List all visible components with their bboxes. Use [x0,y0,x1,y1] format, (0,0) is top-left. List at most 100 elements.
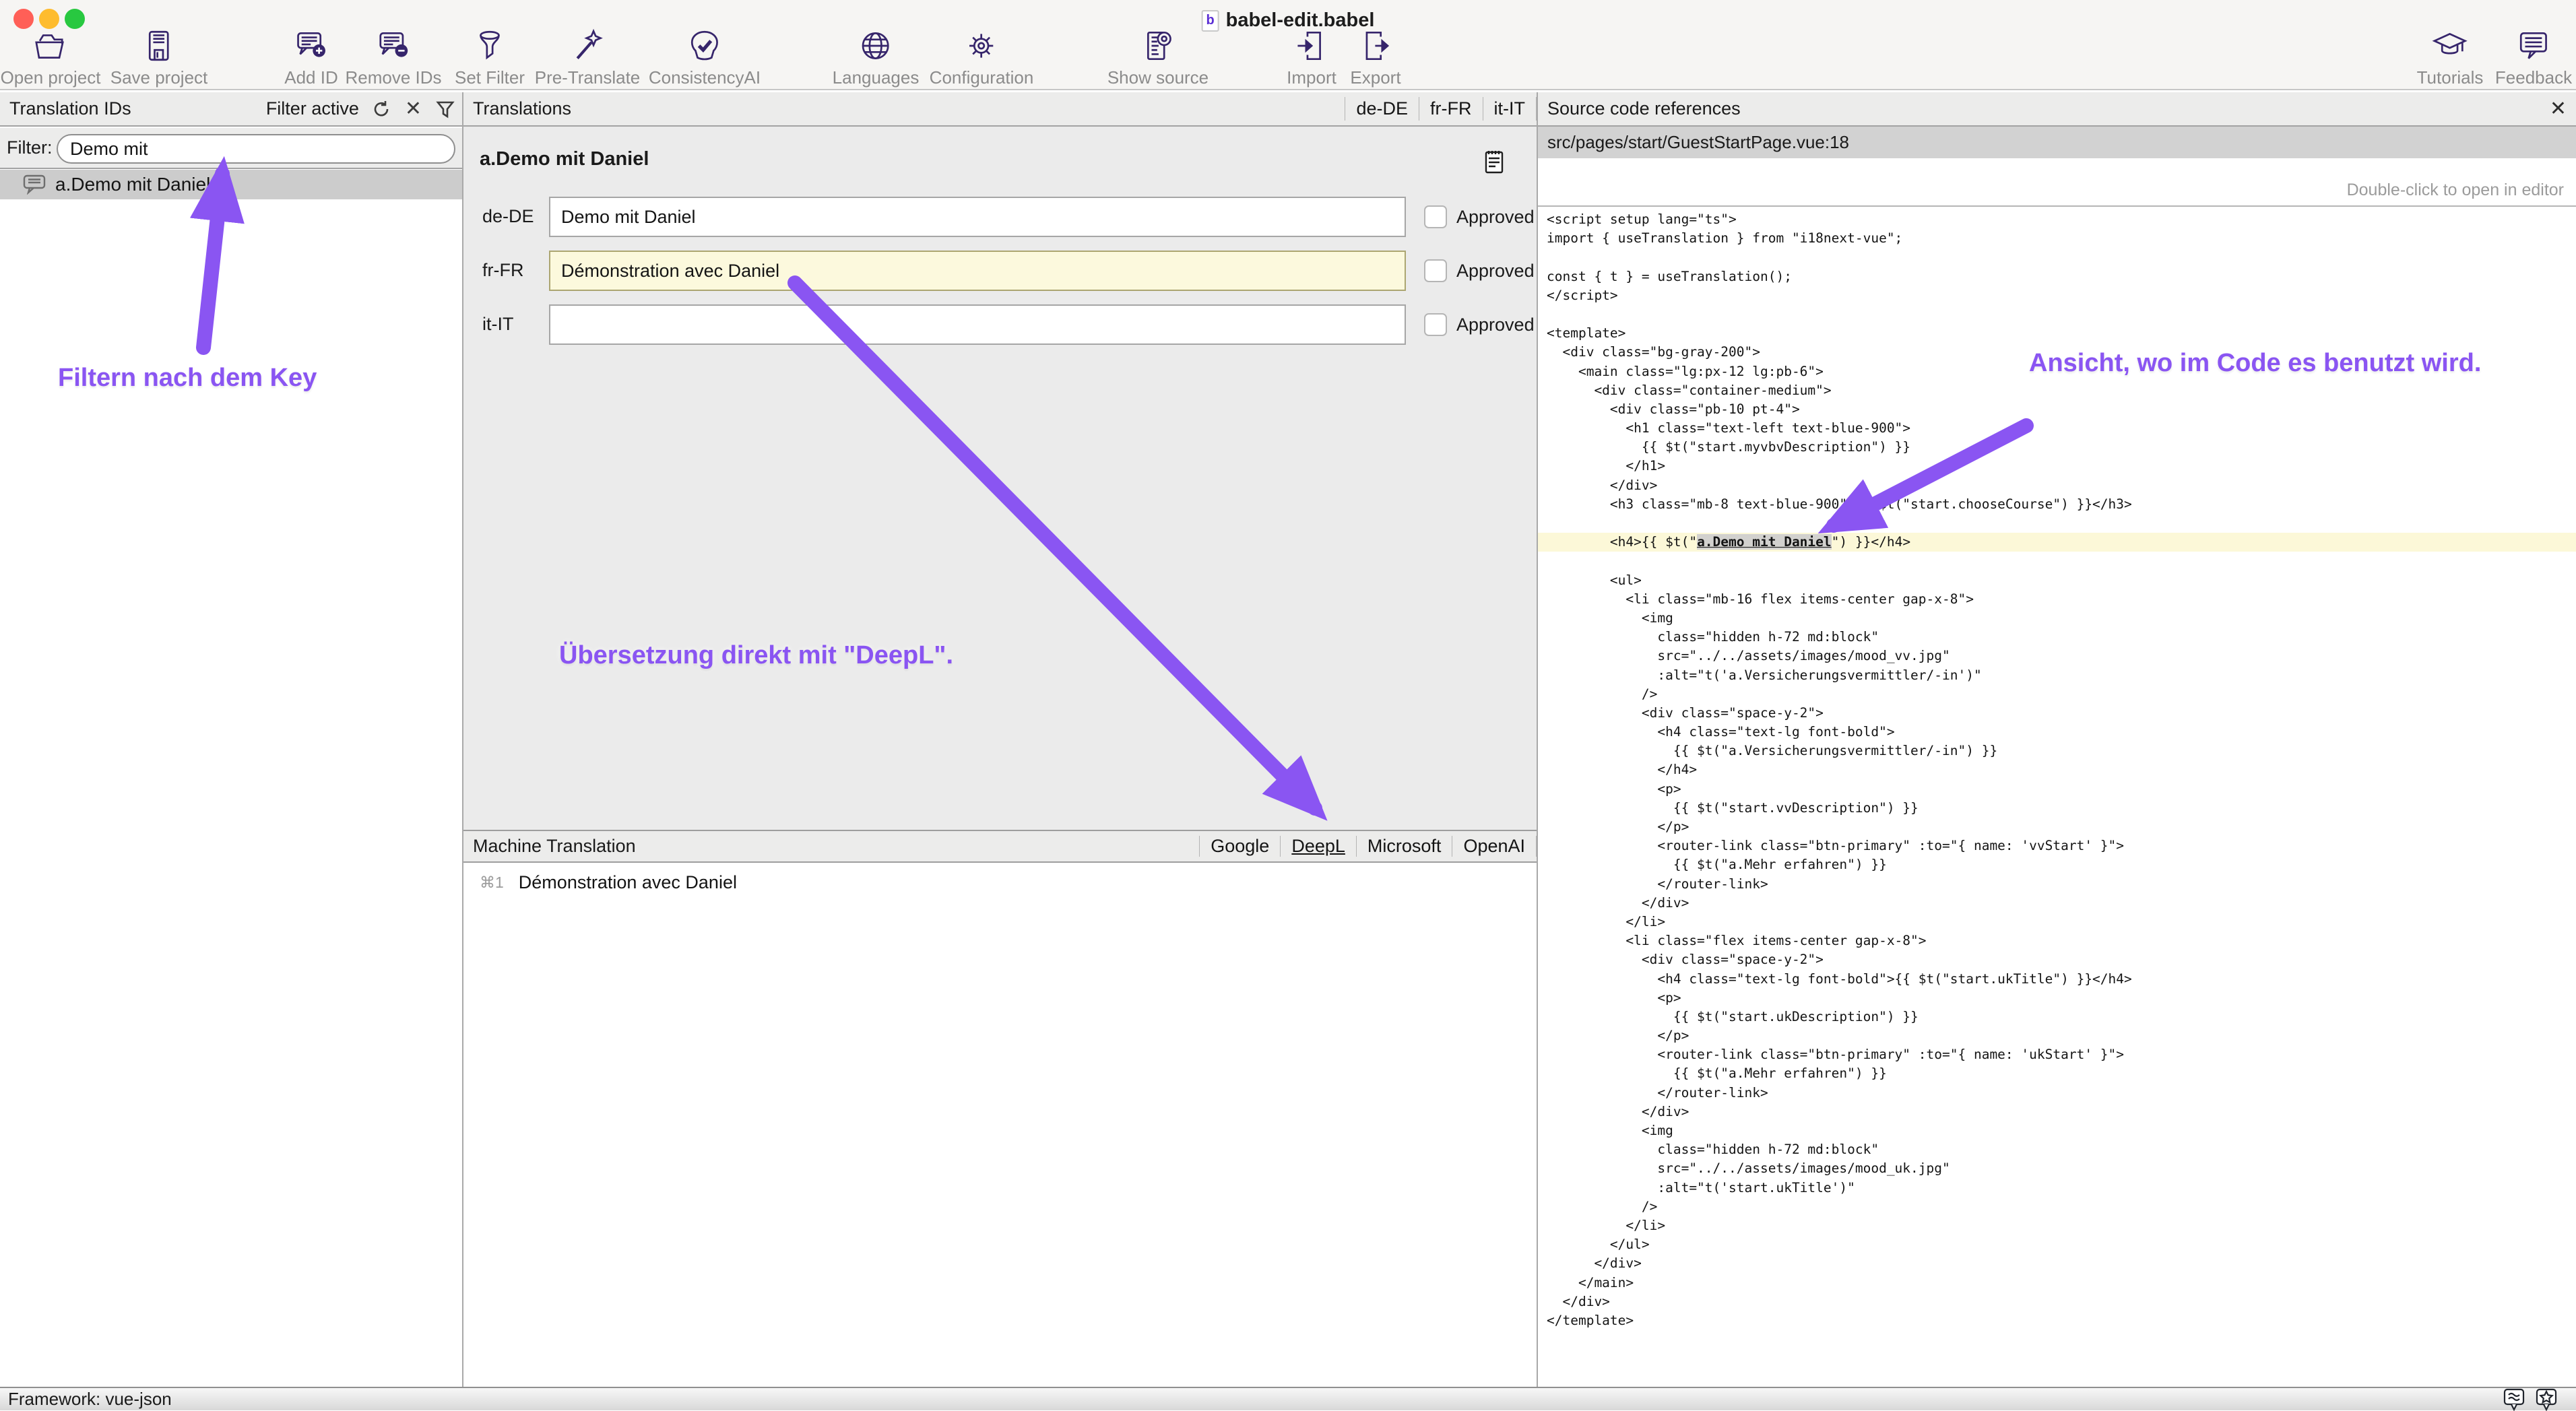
source-references-header: Source code references ✕ [1538,92,2576,127]
code-line: </script> [1538,286,2576,305]
tutorials-button[interactable]: Tutorials [2417,27,2484,88]
mt-suggestion-text: Démonstration avec Daniel [519,872,737,893]
feedback-button[interactable]: Feedback [2495,27,2572,88]
provider-tab-microsoft[interactable]: Microsoft [1356,836,1452,857]
code-line: const { t } = useTranslation(); [1538,267,2576,286]
source-code-view[interactable]: <script setup lang="ts">import { useTran… [1538,210,2576,1387]
globe-icon [857,27,895,65]
code-line: <main class="lg:px-12 lg:pb-6"> [1538,362,2576,381]
translation-input-it[interactable] [549,304,1406,345]
import-icon [1293,27,1330,65]
code-line: <img [1538,1121,2576,1140]
translation-input-de[interactable] [549,197,1406,237]
magic-wand-icon [569,27,606,65]
code-line: {{ $t("start.myvbvDescription") }} [1538,438,2576,457]
status-bubble-tilde-icon[interactable] [2503,1388,2525,1411]
code-line: {{ $t("a.Mehr erfahren") }} [1538,855,2576,874]
code-line: <div class="bg-gray-200"> [1538,343,2576,362]
provider-tab-google[interactable]: Google [1199,836,1280,857]
bubble-plus-icon [292,27,330,65]
close-button[interactable] [13,9,34,29]
source-reference-path[interactable]: src/pages/start/GuestStartPage.vue:18 [1538,127,2576,158]
filter-input[interactable] [57,134,455,164]
code-line: </router-link> [1538,875,2576,894]
approved-checkbox-it[interactable] [1424,313,1447,336]
translation-row-it: it-IT Approved [463,304,1537,345]
code-line: {{ $t("start.vvDescription") }} [1538,799,2576,818]
comment-bubble-icon [23,174,46,195]
language-tab-fr-FR[interactable]: fr-FR [1419,97,1482,120]
filter-funnel-icon[interactable] [435,99,455,119]
translation-id-list-item[interactable]: a.Demo mit Daniel [0,170,462,199]
source-references-title: Source code references [1538,98,1741,119]
code-line [1538,248,2576,267]
translations-title: Translations [463,98,571,119]
code-line: </ul> [1538,1235,2576,1254]
brain-check-icon [686,27,723,65]
refresh-icon[interactable] [371,99,391,119]
code-line: </div> [1538,1103,2576,1121]
provider-tabs: GoogleDeepLMicrosoftOpenAI [1199,831,1537,861]
titlebar-toolbar: b babel-edit.babel Open project Save pro… [0,0,2576,90]
set-filter-button[interactable]: Set Filter [455,27,525,88]
document-eye-icon [1139,27,1177,65]
approved-label-de: Approved [1456,207,1535,228]
translation-input-fr[interactable] [549,251,1406,291]
code-line: class="hidden h-72 md:block" [1538,1140,2576,1159]
language-tab-it-IT[interactable]: it-IT [1483,97,1537,120]
code-line: <h4>{{ $t("a.Demo mit Daniel") }}</h4> [1538,533,2576,552]
translation-row-de: de-DE Approved [463,197,1537,237]
consistency-ai-button[interactable]: ConsistencyAI [649,27,761,88]
mt-shortcut-badge: ⌘1 [480,874,504,892]
add-id-button[interactable]: Add ID [284,27,338,88]
code-line: :alt="t('start.ukTitle')" [1538,1179,2576,1197]
export-button[interactable]: Export [1350,27,1400,88]
code-line: <h3 class="mb-8 text-blue-900">{{ $t("st… [1538,495,2576,514]
languages-button[interactable]: Languages [833,27,920,88]
pre-translate-button[interactable]: Pre-Translate [535,27,641,88]
provider-tab-deepl[interactable]: DeepL [1280,836,1356,857]
provider-tab-openai[interactable]: OpenAI [1452,836,1537,857]
code-line: </h4> [1538,760,2576,779]
floppy-disk-icon [140,27,178,65]
code-line: class="hidden h-72 md:block" [1538,628,2576,647]
code-line: /> [1538,685,2576,704]
code-line: <h1 class="text-left text-blue-900"> [1538,419,2576,438]
translation-ids-header: Translation IDs Filter active ✕ [0,92,462,127]
configuration-button[interactable]: Configuration [930,27,1034,88]
framework-label: Framework: vue-json [8,1389,172,1410]
code-line: </li> [1538,1216,2576,1235]
language-label-de: de-DE [482,206,534,227]
mt-suggestion-row[interactable]: ⌘1 Démonstration avec Daniel [463,869,1537,896]
code-line: </p> [1538,818,2576,836]
code-line: <li class="flex items-center gap-x-8"> [1538,931,2576,950]
code-line [1538,305,2576,324]
show-source-button[interactable]: Show source [1107,27,1209,88]
code-line: {{ $t("a.Versicherungsvermittler/-in") }… [1538,742,2576,760]
code-line: </main> [1538,1274,2576,1292]
export-icon [1357,27,1394,65]
code-line: /> [1538,1197,2576,1216]
panel-divider-left[interactable] [462,92,463,1387]
open-project-button[interactable]: Open project [1,27,101,88]
open-in-editor-hint: Double-click to open in editor [1538,181,2564,200]
minimize-button[interactable] [39,9,59,29]
code-line: {{ $t("a.Mehr erfahren") }} [1538,1064,2576,1083]
filter-row: Filter: [0,128,462,169]
code-line: <div class="container-medium"> [1538,381,2576,400]
approved-checkbox-de[interactable] [1424,205,1447,228]
language-tab-de-DE[interactable]: de-DE [1345,97,1419,120]
clear-filter-icon[interactable]: ✕ [405,99,422,119]
remove-ids-button[interactable]: Remove IDs [345,27,441,88]
zoom-button[interactable] [65,9,85,29]
status-bar: Framework: vue-json [0,1387,2576,1410]
close-panel-icon[interactable]: ✕ [2550,97,2576,121]
approved-checkbox-fr[interactable] [1424,259,1447,282]
import-button[interactable]: Import [1287,27,1337,88]
code-line: src="../../assets/images/mood_vv.jpg" [1538,647,2576,665]
code-line: </router-link> [1538,1084,2576,1103]
comment-note-icon[interactable] [1485,150,1504,174]
save-project-button[interactable]: Save project [110,27,208,88]
panel-divider-right[interactable] [1537,92,1538,1387]
status-bubble-star-icon[interactable] [2536,1388,2557,1411]
